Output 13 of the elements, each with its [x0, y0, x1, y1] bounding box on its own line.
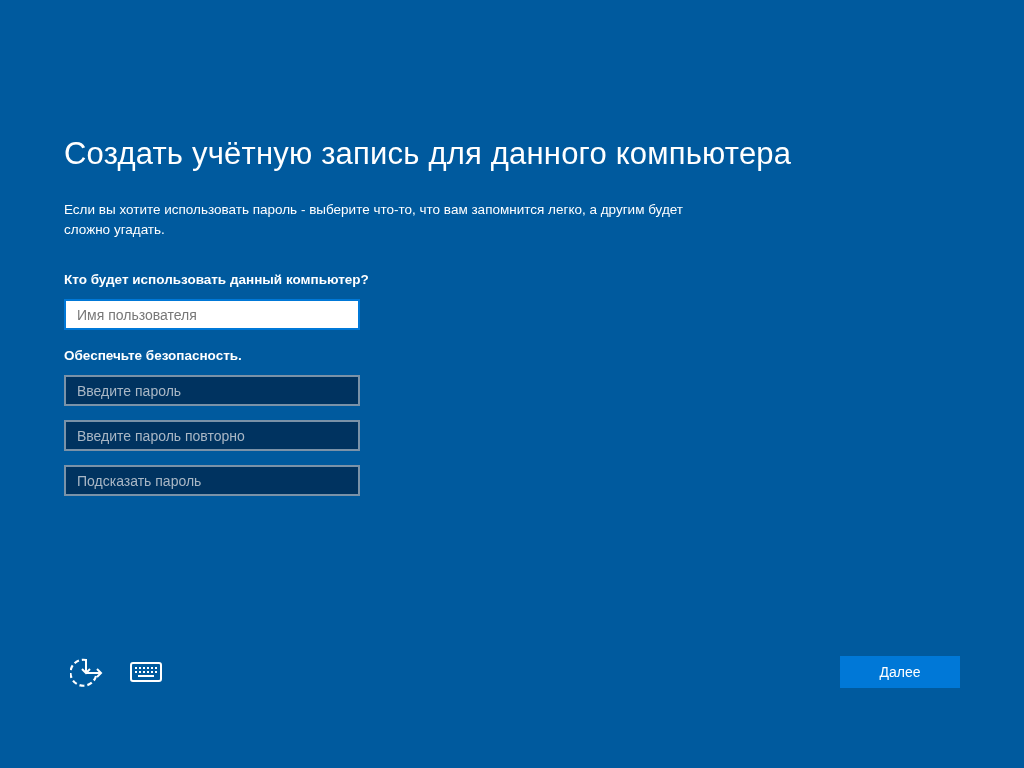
keyboard-button[interactable]: [130, 662, 162, 682]
description-text: Если вы хотите использовать пароль - выберите что-то, что вам запомнится легко, а другим будет сложно угадать.: [64, 201, 685, 239]
page-title: Создать учётную запись для данного компьютера: [64, 136, 793, 172]
ease-of-access-icon: [70, 656, 104, 688]
ease-of-access-button[interactable]: [70, 656, 104, 688]
section-label: Кто будет использовать данный компьютер?: [64, 272, 370, 287]
input-field[interactable]: Имя пользователя: [64, 299, 360, 330]
keyboard-icon: [130, 662, 162, 682]
input-field[interactable]: Введите пароль: [64, 375, 360, 406]
next-button[interactable]: Далее: [840, 656, 960, 688]
section-label: Обеспечьте безопасность.: [64, 348, 243, 363]
input-field[interactable]: Введите пароль повторно: [64, 420, 360, 451]
input-field[interactable]: Подсказать пароль: [64, 465, 360, 496]
